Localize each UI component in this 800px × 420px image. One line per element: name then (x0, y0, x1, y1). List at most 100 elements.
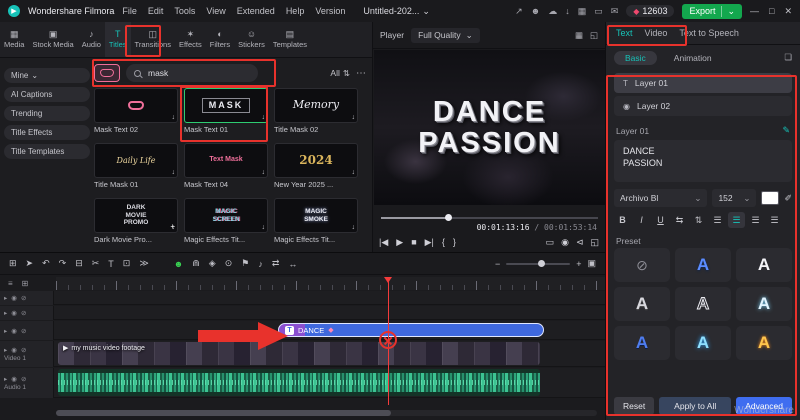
download-icon[interactable]: ↓ (352, 224, 356, 231)
sidebar-item[interactable]: Trending (4, 106, 90, 121)
keyframe-icon[interactable]: ◈ (209, 258, 216, 269)
letter-spacing-button[interactable]: ⇆ (671, 212, 688, 228)
download-icon[interactable]: ↓ (262, 169, 266, 176)
track-control-icon[interactable]: ⊘ (21, 309, 26, 317)
zoom-out-button[interactable]: − (495, 259, 500, 269)
timeline-ruler[interactable] (56, 277, 605, 290)
export-button[interactable]: Export ⌄ (682, 3, 743, 19)
track-control-icon[interactable]: ◉ (11, 375, 17, 383)
layer-item[interactable]: ◉ Layer 02 (614, 96, 792, 116)
voiceover-icon[interactable]: ♪ (258, 259, 263, 269)
menu-item[interactable]: Help (286, 6, 305, 16)
next-frame-button[interactable]: ▶| (425, 237, 434, 248)
download-icon[interactable]: ↓ (172, 114, 176, 121)
audio-clip[interactable] (58, 369, 540, 396)
video-preview[interactable]: DANCE PASSION (374, 50, 605, 205)
bold-button[interactable]: B (614, 212, 631, 228)
template-thumbnail[interactable]: DARK MOVIE PROMO ↓ + (94, 198, 178, 233)
track-control-icon[interactable]: ◉ (11, 327, 17, 335)
preset-item[interactable]: A (736, 326, 792, 360)
track-control-icon[interactable]: ⊘ (21, 346, 26, 354)
sidebar-item[interactable]: Mine ⌄ (4, 68, 90, 83)
track-control-icon[interactable]: ▸ (4, 346, 7, 354)
more-options-button[interactable]: ⋯ (356, 68, 366, 79)
display-device-button[interactable]: ▭ (546, 237, 555, 248)
record-icon[interactable]: ⊙ (225, 258, 233, 269)
mark-out-button[interactable]: } (453, 237, 456, 247)
media-tab[interactable]: ✶ Effects (175, 22, 206, 57)
timeline-scrollbar[interactable] (56, 410, 597, 416)
track-control-icon[interactable]: ◉ (11, 309, 17, 317)
Mask Text 02[interactable]: ↓ Mask Text 02 (94, 88, 178, 141)
download-icon[interactable]: ↓ (262, 224, 266, 231)
render-preview-icon[interactable]: ⇄ (272, 258, 280, 269)
layer-item[interactable]: T Layer 01 (614, 73, 792, 93)
align-left-button[interactable]: ☰ (709, 212, 726, 228)
Title Mask 02[interactable]: Memory ↓ Title Mask 02 (274, 88, 358, 141)
media-board-icon[interactable]: ⊞ (9, 258, 17, 269)
reset-button[interactable]: Reset (614, 397, 655, 415)
bookmark-icon[interactable]: ❏ (784, 52, 792, 63)
search-box[interactable] (126, 64, 258, 82)
align-right-button[interactable]: ☰ (747, 212, 764, 228)
download-icon[interactable]: ↓ (565, 6, 570, 17)
Dark Movie Pro...[interactable]: DARK MOVIE PROMO ↓ + Dark Movie Pro... (94, 198, 178, 251)
filter-all-dropdown[interactable]: All ⇅ (330, 68, 350, 79)
delete-icon[interactable]: ⊟ (75, 258, 83, 269)
template-thumbnail[interactable]: MAGIC SCREEN ↓ (184, 198, 268, 233)
font-family-dropdown[interactable]: Archivo Bl ⌄ (614, 189, 708, 207)
track-control-icon[interactable]: ◉ (11, 294, 17, 302)
menu-item[interactable]: View (206, 6, 225, 16)
track-control-icon[interactable]: ⊘ (21, 294, 26, 302)
properties-subtab[interactable]: Basic (614, 50, 657, 65)
sidebar-item[interactable]: Title Templates (4, 144, 90, 159)
menu-item[interactable]: Edit (148, 6, 164, 16)
close-button[interactable]: ✕ (784, 6, 792, 17)
Title Mask 01[interactable]: Daily Life ↓ Title Mask 01 (94, 143, 178, 196)
Mask Text 04[interactable]: Text Mask ↓ Mask Text 04 (184, 143, 268, 196)
points-badge[interactable]: ◆ 12603 (626, 5, 675, 17)
add-track-icon[interactable]: ⊞ (22, 279, 29, 288)
search-input[interactable] (146, 67, 236, 79)
Magic Effects Tit...[interactable]: MAGIC SMOKE ↓ Magic Effects Tit... (274, 198, 358, 251)
track-control-icon[interactable]: ▸ (4, 294, 7, 302)
display-icon[interactable]: ▭ (594, 6, 603, 17)
redo-icon[interactable]: ↷ (59, 258, 67, 269)
more-tools-icon[interactable]: ≫ (139, 258, 148, 269)
properties-tab[interactable]: Text (616, 28, 633, 38)
playhead[interactable] (384, 277, 392, 405)
template-thumbnail[interactable]: 2024 ↓ (274, 143, 358, 178)
media-tab[interactable]: ♪ Audio (78, 22, 105, 57)
notification-icon[interactable]: ✉ (611, 6, 619, 17)
stop-button[interactable]: ■ (411, 237, 416, 247)
pointer-tool-icon[interactable]: ➤ (26, 258, 34, 269)
preset-item[interactable]: A (675, 248, 731, 282)
zoom-in-button[interactable]: + (576, 259, 581, 269)
Mask Text 01[interactable]: MASK ↓ Mask Text 01 (184, 88, 268, 141)
template-thumbnail[interactable]: Memory ↓ (274, 88, 358, 123)
apply-to-all-button[interactable]: Apply to All (659, 397, 732, 415)
Magic Effects Tit...[interactable]: MAGIC SCREEN ↓ Magic Effects Tit... (184, 198, 268, 251)
media-tab[interactable]: T Titles (104, 22, 131, 57)
media-tab[interactable]: ▣ Stock Media (28, 22, 77, 57)
share-icon[interactable]: ↗ (515, 6, 523, 17)
video-clip[interactable]: ▶ my music video footage (58, 342, 540, 365)
media-tab[interactable]: ☺ Stickers (234, 22, 269, 57)
crop-icon[interactable]: ⊡ (123, 258, 131, 269)
fit-timeline-button[interactable]: ▣ (587, 258, 596, 269)
mask-filter-button[interactable] (94, 64, 120, 82)
marker-icon[interactable]: ⚑ (241, 258, 249, 269)
eyedropper-icon[interactable]: ✐ (784, 193, 792, 204)
prev-frame-button[interactable]: |◀ (379, 237, 388, 248)
fullscreen-button[interactable]: ◱ (590, 237, 599, 248)
download-icon[interactable]: ↓ (262, 114, 266, 121)
template-thumbnail[interactable]: ↓ (94, 88, 178, 123)
edit-pen-icon[interactable]: ✎ (782, 125, 790, 136)
preset-item[interactable]: A (614, 326, 670, 360)
underline-button[interactable]: U (652, 212, 669, 228)
menu-item[interactable]: Extended (237, 6, 275, 16)
magnet-snap-icon[interactable]: ⋒ (192, 258, 200, 269)
preset-item[interactable]: ⊘ (614, 248, 670, 282)
download-icon[interactable]: ↓ (352, 169, 356, 176)
scrollbar-handle[interactable] (56, 410, 392, 416)
